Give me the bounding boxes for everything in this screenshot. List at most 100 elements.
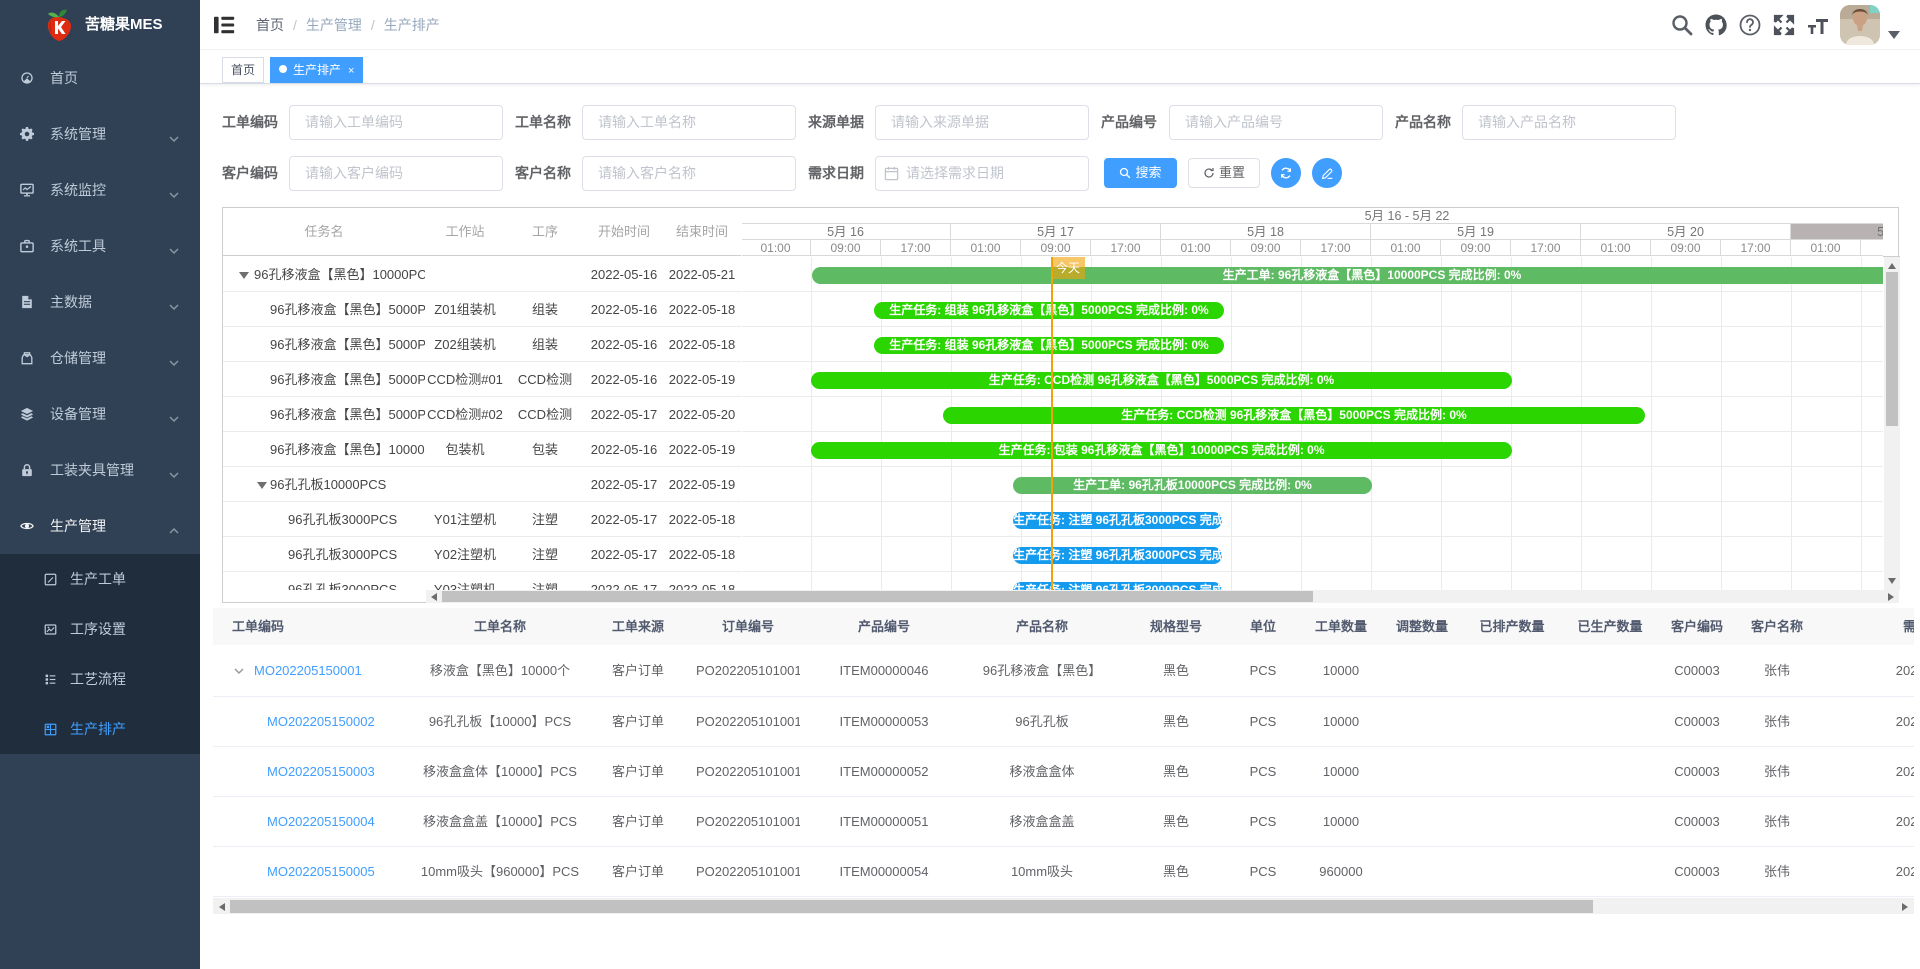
table-cell-工单数量: 10000: [1290, 797, 1392, 846]
gantt-task-bar[interactable]: 生产任务: 组装 96孔移液盒【黑色】5000PCS 完成比例: 0%: [874, 302, 1224, 319]
question-icon[interactable]: [1738, 13, 1762, 37]
text-input-产品编号[interactable]: 请输入产品编号: [1169, 105, 1383, 140]
table-row[interactable]: MO202205150001移液盒【黑色】10000个客户订单PO2022051…: [213, 645, 1914, 697]
scroll-left-icon[interactable]: [431, 593, 437, 601]
gantt-hour-cell: 17:00: [1091, 240, 1161, 256]
sidebar-item-首页[interactable]: 首页: [0, 50, 200, 106]
gantt-task-bar[interactable]: 生产任务: 注塑 96孔孔板3000PCS 完成比例: 0%: [1013, 547, 1222, 564]
scroll-up-icon[interactable]: [1888, 263, 1896, 269]
text-input-工单编码[interactable]: 请输入工单编码: [289, 105, 503, 140]
gantt-scale-hour-row: 01:0009:0017:0001:0009:0017:0001:0009:00…: [742, 240, 1883, 256]
tag-active-dot: [279, 65, 287, 73]
gantt-order-bar[interactable]: 生产工单: 96孔孔板10000PCS 完成比例: 0%: [1013, 477, 1372, 494]
tag-close-icon[interactable]: ×: [348, 66, 354, 77]
caret-down-icon[interactable]: [1888, 31, 1900, 39]
gantt-task-bar[interactable]: 生产任务: 包装 96孔移液盒【黑色】10000PCS 完成比例: 0%: [811, 442, 1512, 459]
tree-expand-icon[interactable]: [239, 272, 249, 279]
sidebar-item-生产管理[interactable]: 生产管理: [0, 498, 200, 554]
hamburger-icon[interactable]: [214, 15, 236, 35]
table-cell-已生产数量: [1572, 697, 1648, 746]
gantt-grid-header: 任务名工作站工序开始时间结束时间: [223, 208, 741, 256]
scrollbar-thumb[interactable]: [1886, 272, 1898, 426]
work-order-link[interactable]: MO202205150005: [267, 864, 375, 879]
sidebar-subitem-工序设置[interactable]: 工序设置: [0, 604, 200, 654]
table-row[interactable]: MO202205150003移液盒盒体【10000】PCS客户订单PO20220…: [213, 747, 1914, 797]
gantt-row-line: [742, 396, 1883, 397]
gantt-task-start: 2022-05-17: [585, 397, 663, 432]
table-row[interactable]: MO202205150004移液盒盒盖【10000】PCS客户订单PO20220…: [213, 797, 1914, 847]
refresh-button[interactable]: [1271, 158, 1301, 188]
gantt-task-bar[interactable]: 生产任务: 注塑 96孔孔板3000PCS 完成比例: 0%: [1013, 512, 1222, 529]
sidebar-item-系统管理[interactable]: 系统管理: [0, 106, 200, 162]
dashboard-icon: [20, 71, 34, 85]
sidebar-item-系统工具[interactable]: 系统工具: [0, 218, 200, 274]
today-marker-line: [1051, 257, 1053, 590]
tag-生产排产[interactable]: 生产排产×: [270, 57, 363, 83]
sidebar-item-仓储管理[interactable]: 仓储管理: [0, 330, 200, 386]
tag-首页[interactable]: 首页: [222, 57, 264, 83]
work-order-link[interactable]: MO202205150003: [267, 764, 375, 779]
search-button[interactable]: 搜索: [1104, 158, 1177, 188]
sidebar-subitem-生产排产[interactable]: 生产排产: [0, 704, 200, 754]
gantt-task-end: 2022-05-18: [663, 572, 741, 590]
fullscreen-icon[interactable]: [1772, 13, 1796, 37]
work-order-link[interactable]: MO202205150002: [267, 714, 375, 729]
table-cell-产品编号: ITEM00000053: [800, 697, 968, 746]
gantt-order-bar[interactable]: 生产工单: 96孔移液盒【黑色】10000PCS 完成比例: 0%: [812, 267, 1883, 284]
gantt-task-station: CCD检测#02: [425, 397, 505, 432]
gantt-hour-cell: 09:00: [1021, 240, 1091, 256]
work-order-link[interactable]: MO202205150004: [267, 814, 375, 829]
scroll-right-icon[interactable]: [1888, 593, 1894, 601]
search-button-label: 搜索: [1135, 165, 1161, 180]
app-logo[interactable]: 苦糖果MES: [0, 0, 200, 50]
table-cell-已排产数量: [1452, 645, 1572, 696]
font-size-icon[interactable]: [1806, 13, 1830, 37]
strawberry-logo-icon: [43, 8, 75, 42]
text-input-客户名称[interactable]: 请输入客户名称: [582, 156, 796, 191]
gantt-task-bar[interactable]: 生产任务: CCD检测 96孔移液盒【黑色】5000PCS 完成比例: 0%: [943, 407, 1645, 424]
text-input-客户编码[interactable]: 请输入客户编码: [289, 156, 503, 191]
sidebar-item-设备管理[interactable]: 设备管理: [0, 386, 200, 442]
gantt-horizontal-scrollbar[interactable]: [426, 590, 1899, 603]
table-row[interactable]: MO20220515000510mm吸头【960000】PCS客户订单PO202…: [213, 847, 1914, 897]
table-cell-工单数量: 10000: [1290, 697, 1392, 746]
table-cell-已排产数量: [1452, 797, 1572, 846]
gantt-task-bar[interactable]: 生产任务: 注塑 96孔孔板3000PCS 完成比例: 0%: [1013, 582, 1222, 590]
text-input-来源单据[interactable]: 请输入来源单据: [875, 105, 1089, 140]
search-icon[interactable]: [1670, 13, 1694, 37]
sidebar-subitem-工艺流程[interactable]: 工艺流程: [0, 654, 200, 704]
gantt-task-process: 注塑: [505, 537, 585, 572]
text-input-产品名称[interactable]: 请输入产品名称: [1462, 105, 1676, 140]
github-icon[interactable]: [1704, 13, 1728, 37]
sidebar-submenu: 生产工单工序设置工艺流程生产排产: [0, 554, 200, 754]
scrollbar-thumb[interactable]: [230, 900, 1593, 913]
reset-button[interactable]: 重置: [1188, 158, 1260, 188]
avatar[interactable]: [1840, 5, 1880, 45]
scroll-down-icon[interactable]: [1888, 578, 1896, 584]
table-horizontal-scrollbar[interactable]: [213, 898, 1914, 914]
scrollbar-thumb[interactable]: [442, 591, 1313, 602]
tree-expand-icon[interactable]: [257, 482, 267, 489]
sidebar-subitem-生产工单[interactable]: 生产工单: [0, 554, 200, 604]
gantt-task-bar[interactable]: 生产任务: 组装 96孔移液盒【黑色】5000PCS 完成比例: 0%: [874, 337, 1224, 354]
sidebar-item-工装夹具管理[interactable]: 工装夹具管理: [0, 442, 200, 498]
sidebar-item-主数据[interactable]: 主数据: [0, 274, 200, 330]
text-input-工单名称[interactable]: 请输入工单名称: [582, 105, 796, 140]
gear-icon: [20, 127, 34, 141]
date-input-需求日期[interactable]: 请选择需求日期: [875, 156, 1089, 191]
gantt-task-bar[interactable]: 生产任务: CCD检测 96孔移液盒【黑色】5000PCS 完成比例: 0%: [811, 372, 1512, 389]
row-expand-icon[interactable]: [234, 666, 244, 676]
filter-label-客户名称: 客户名称: [515, 156, 571, 191]
table-column-header-订单编号: 订单编号: [696, 608, 800, 645]
table-column-header-产品名称: 产品名称: [968, 608, 1116, 645]
sidebar-item-系统监控[interactable]: 系统监控: [0, 162, 200, 218]
scroll-left-icon[interactable]: [219, 903, 225, 911]
gantt-task-process: [505, 257, 585, 292]
gantt-vertical-scrollbar[interactable]: [1884, 257, 1900, 590]
table-row[interactable]: MO20220515000296孔孔板【10000】PCS客户订单PO20220…: [213, 697, 1914, 747]
edit-button[interactable]: [1312, 158, 1342, 188]
breadcrumb-item[interactable]: 首页: [256, 17, 284, 33]
sidebar-subitem-label: 工序设置: [70, 604, 126, 654]
scroll-right-icon[interactable]: [1902, 903, 1908, 911]
work-order-link[interactable]: MO202205150001: [254, 663, 362, 678]
